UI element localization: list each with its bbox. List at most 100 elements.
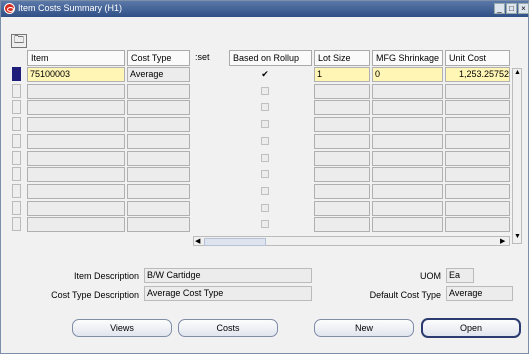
scroll-right-icon[interactable]: ▶: [500, 237, 505, 245]
folder-icon[interactable]: 🗀: [11, 34, 27, 48]
rollup-checkbox[interactable]: [261, 120, 269, 129]
cell-lot[interactable]: [314, 183, 370, 199]
cell-cost-type[interactable]: [127, 133, 190, 149]
cell-unit[interactable]: [445, 167, 510, 183]
title-bar: Item Costs Summary (H1) _ □ ×: [1, 1, 529, 17]
row-selector[interactable]: [12, 217, 21, 232]
scroll-thumb[interactable]: [204, 238, 266, 246]
rollup-checkbox[interactable]: [261, 153, 269, 162]
cell-item[interactable]: [27, 217, 125, 233]
default-cost-type-label: Default Cost Type: [369, 290, 441, 300]
cell-lot[interactable]: [314, 150, 370, 166]
close-icon[interactable]: ×: [518, 3, 529, 14]
header-set: :set: [195, 52, 210, 62]
rollup-checkbox[interactable]: [261, 136, 269, 145]
item-costs-window: Item Costs Summary (H1) _ □ × 🗀 Item Cos…: [0, 0, 529, 354]
cell-unit[interactable]: [445, 150, 510, 166]
cell-cost-type[interactable]: [127, 183, 190, 199]
cell-item[interactable]: [27, 100, 125, 116]
costs-button[interactable]: Costs: [178, 319, 278, 337]
cell-shrink[interactable]: [372, 150, 443, 166]
cell-shrink[interactable]: [372, 217, 443, 233]
cell-item[interactable]: [27, 200, 125, 216]
cell-unit[interactable]: 1,253.25752: [445, 67, 510, 82]
cell-lot[interactable]: [314, 100, 370, 116]
row-selector[interactable]: [12, 133, 21, 148]
cell-cost-type[interactable]: [127, 100, 190, 116]
cell-item[interactable]: [27, 83, 125, 99]
cell-shrink[interactable]: [372, 117, 443, 133]
cell-item[interactable]: [27, 183, 125, 199]
item-description-field[interactable]: B/W Cartidge: [144, 268, 312, 283]
cell-shrink[interactable]: 0: [372, 67, 443, 82]
cell-unit[interactable]: [445, 100, 510, 116]
rollup-checkbox[interactable]: [261, 186, 269, 195]
cell-lot[interactable]: [314, 217, 370, 233]
row-selector[interactable]: [12, 167, 21, 182]
cell-lot[interactable]: [314, 167, 370, 183]
default-cost-type-field[interactable]: Average: [446, 286, 513, 301]
new-button[interactable]: New: [314, 319, 414, 337]
horizontal-scrollbar[interactable]: ◀ ▶: [193, 236, 510, 246]
scroll-down-icon[interactable]: ▼: [514, 233, 521, 240]
header-cost-type: Cost Type: [127, 50, 190, 66]
cell-item[interactable]: [27, 150, 125, 166]
cell-lot[interactable]: [314, 200, 370, 216]
cell-shrink[interactable]: [372, 183, 443, 199]
cell-cost-type[interactable]: [127, 83, 190, 99]
row-selector[interactable]: [12, 83, 21, 98]
cell-cost-type[interactable]: [127, 117, 190, 133]
scroll-left-icon[interactable]: ◀: [195, 237, 200, 245]
uom-field[interactable]: Ea: [446, 268, 474, 283]
cell-unit[interactable]: [445, 117, 510, 133]
cell-shrink[interactable]: [372, 133, 443, 149]
cell-lot[interactable]: [314, 117, 370, 133]
row-selector[interactable]: [12, 183, 21, 198]
window-title: Item Costs Summary (H1): [18, 3, 123, 13]
uom-label: UOM: [420, 271, 441, 281]
cell-item[interactable]: 75100003: [27, 67, 125, 82]
cell-lot[interactable]: [314, 133, 370, 149]
row-selector[interactable]: [12, 100, 21, 115]
maximize-icon[interactable]: □: [506, 3, 517, 14]
cell-cost-type[interactable]: [127, 150, 190, 166]
cell-cost-type[interactable]: Average: [127, 67, 190, 82]
cell-cost-type[interactable]: [127, 167, 190, 183]
rollup-checkbox[interactable]: [261, 203, 269, 212]
cell-lot[interactable]: [314, 83, 370, 99]
header-lot-size: Lot Size: [314, 50, 370, 66]
scroll-up-icon[interactable]: ▲: [514, 69, 521, 76]
cell-lot[interactable]: 1: [314, 67, 370, 82]
cell-shrink[interactable]: [372, 100, 443, 116]
cell-item[interactable]: [27, 133, 125, 149]
rollup-checkbox[interactable]: ✔: [261, 70, 269, 79]
rollup-checkbox[interactable]: [261, 170, 269, 179]
rollup-checkbox[interactable]: [261, 220, 269, 229]
cell-shrink[interactable]: [372, 200, 443, 216]
open-button[interactable]: Open: [421, 318, 521, 338]
row-selector[interactable]: [12, 117, 21, 132]
rollup-checkbox[interactable]: [261, 103, 269, 112]
cell-cost-type[interactable]: [127, 217, 190, 233]
cell-unit[interactable]: [445, 217, 510, 233]
cell-shrink[interactable]: [372, 167, 443, 183]
minimize-icon[interactable]: _: [494, 3, 505, 14]
rollup-checkbox[interactable]: [261, 86, 269, 95]
cell-unit[interactable]: [445, 83, 510, 99]
cell-item[interactable]: [27, 167, 125, 183]
cost-type-description-field[interactable]: Average Cost Type: [144, 286, 312, 301]
item-description-label: Item Description: [73, 271, 139, 281]
cell-unit[interactable]: [445, 183, 510, 199]
cell-shrink[interactable]: [372, 83, 443, 99]
header-unit-cost: Unit Cost: [445, 50, 510, 66]
row-selector[interactable]: [12, 200, 21, 215]
cell-unit[interactable]: [445, 200, 510, 216]
row-selector[interactable]: [12, 67, 21, 81]
cell-item[interactable]: [27, 117, 125, 133]
vertical-scrollbar[interactable]: ▲ ▼: [512, 68, 522, 244]
cell-unit[interactable]: [445, 133, 510, 149]
cell-cost-type[interactable]: [127, 200, 190, 216]
row-selector[interactable]: [12, 150, 21, 165]
views-button[interactable]: Views: [72, 319, 172, 337]
header-shrinkage: MFG Shrinkage: [372, 50, 443, 66]
